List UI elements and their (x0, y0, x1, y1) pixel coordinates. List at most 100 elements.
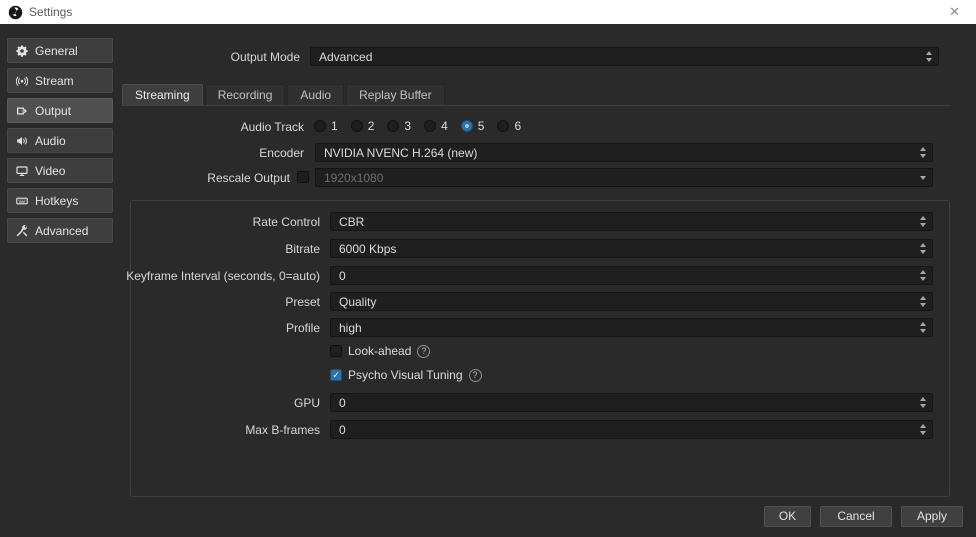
radio-label: 2 (368, 119, 375, 133)
profile-value: high (339, 321, 362, 335)
obs-logo-icon (8, 5, 23, 20)
dropdown-arrows-icon[interactable] (918, 319, 928, 336)
keyframe-interval-value: 0 (339, 269, 346, 283)
output-mode-label: Output Mode (128, 50, 300, 64)
max-b-frames-value: 0 (339, 423, 346, 437)
audio-track-options: 1 2 3 4 5 6 (314, 119, 521, 133)
tab-label: Streaming (135, 88, 190, 102)
sidebar-item-hotkeys[interactable]: Hotkeys (7, 188, 113, 213)
audio-track-radio-4[interactable]: 4 (424, 119, 448, 133)
look-ahead-label: Look-ahead (348, 344, 411, 358)
max-b-frames-label: Max B-frames (138, 423, 320, 437)
sidebar-item-general[interactable]: General (7, 38, 113, 63)
radio-icon (351, 120, 363, 132)
encoder-value: NVIDIA NVENC H.264 (new) (324, 146, 477, 160)
sidebar-item-label: General (35, 44, 78, 58)
psycho-visual-tuning-label: Psycho Visual Tuning (348, 368, 463, 382)
dropdown-arrows-icon[interactable] (918, 213, 928, 230)
rescale-output-select[interactable]: 1920x1080 (315, 168, 933, 187)
rate-control-select[interactable]: CBR (330, 212, 933, 231)
sidebar-item-stream[interactable]: Stream (7, 68, 113, 93)
sidebar-item-label: Stream (35, 74, 74, 88)
dropdown-arrows-icon[interactable] (918, 144, 928, 161)
broadcast-icon (16, 75, 28, 87)
tab-label: Recording (218, 88, 273, 102)
tab-streaming[interactable]: Streaming (122, 84, 203, 105)
profile-label: Profile (138, 321, 320, 335)
encoder-select[interactable]: NVIDIA NVENC H.264 (new) (315, 143, 933, 162)
output-icon (16, 105, 28, 117)
sidebar-item-label: Video (35, 164, 65, 178)
rate-control-label: Rate Control (138, 215, 320, 229)
tools-icon (16, 225, 28, 237)
window-title: Settings (29, 5, 72, 19)
sidebar-item-video[interactable]: Video (7, 158, 113, 183)
cancel-button[interactable]: Cancel (820, 506, 892, 527)
preset-select[interactable]: Quality (330, 292, 933, 311)
preset-value: Quality (339, 295, 376, 309)
spinner-arrows-icon[interactable] (918, 421, 928, 438)
rescale-output-checkbox[interactable] (297, 171, 309, 183)
radio-icon (424, 120, 436, 132)
keyframe-interval-spinbox[interactable]: 0 (330, 266, 933, 285)
speaker-icon (16, 135, 28, 147)
max-b-frames-spinbox[interactable]: 0 (330, 420, 933, 439)
spinner-arrows-icon[interactable] (918, 240, 928, 257)
sidebar-item-label: Advanced (35, 224, 88, 238)
preset-label: Preset (138, 295, 320, 309)
sidebar-item-audio[interactable]: Audio (7, 128, 113, 153)
bitrate-label: Bitrate (138, 242, 320, 256)
audio-track-label: Audio Track (128, 120, 304, 134)
sidebar-item-label: Output (35, 104, 71, 118)
keyboard-icon (16, 195, 28, 207)
rescale-output-label: Rescale Output (128, 171, 290, 185)
radio-label: 4 (441, 119, 448, 133)
apply-button[interactable]: Apply (901, 506, 963, 527)
look-ahead-row: Look-ahead ? (330, 344, 430, 358)
profile-select[interactable]: high (330, 318, 933, 337)
tab-audio[interactable]: Audio (287, 84, 344, 105)
audio-track-radio-1[interactable]: 1 (314, 119, 338, 133)
keyframe-interval-label: Keyframe Interval (seconds, 0=auto) (116, 269, 320, 283)
gpu-spinbox[interactable]: 0 (330, 393, 933, 412)
psycho-visual-tuning-checkbox[interactable]: ✓ (330, 369, 342, 381)
spinner-arrows-icon[interactable] (918, 394, 928, 411)
tabbar-divider (122, 105, 951, 106)
audio-track-radio-6[interactable]: 6 (497, 119, 521, 133)
radio-checked-icon (461, 120, 473, 132)
help-icon[interactable]: ? (469, 369, 482, 382)
output-mode-value: Advanced (319, 50, 372, 64)
audio-track-radio-2[interactable]: 2 (351, 119, 375, 133)
psycho-visual-tuning-row: ✓ Psycho Visual Tuning ? (330, 368, 482, 382)
titlebar: Settings ✕ (0, 0, 976, 24)
bitrate-value: 6000 Kbps (339, 242, 396, 256)
sidebar-item-output[interactable]: Output (7, 98, 113, 123)
rescale-output-value: 1920x1080 (324, 171, 383, 185)
dropdown-arrows-icon[interactable] (918, 293, 928, 310)
radio-label: 3 (404, 119, 411, 133)
ok-button[interactable]: OK (764, 506, 811, 527)
radio-label: 6 (514, 119, 521, 133)
spinner-arrows-icon[interactable] (918, 267, 928, 284)
sidebar-item-advanced[interactable]: Advanced (7, 218, 113, 243)
radio-icon (387, 120, 399, 132)
tab-label: Replay Buffer (359, 88, 432, 102)
look-ahead-checkbox[interactable] (330, 345, 342, 357)
radio-label: 5 (478, 119, 485, 133)
output-mode-select[interactable]: Advanced (310, 47, 939, 66)
sidebar-item-label: Hotkeys (35, 194, 78, 208)
audio-track-radio-3[interactable]: 3 (387, 119, 411, 133)
rate-control-value: CBR (339, 215, 364, 229)
audio-track-radio-5[interactable]: 5 (461, 119, 485, 133)
close-button[interactable]: ✕ (941, 0, 968, 24)
tab-recording[interactable]: Recording (205, 84, 286, 105)
dropdown-arrow-icon[interactable] (918, 169, 928, 186)
bitrate-spinbox[interactable]: 6000 Kbps (330, 239, 933, 258)
radio-label: 1 (331, 119, 338, 133)
gpu-value: 0 (339, 396, 346, 410)
dropdown-arrows-icon[interactable] (924, 48, 934, 65)
radio-icon (497, 120, 509, 132)
gear-icon (16, 45, 28, 57)
tab-replay-buffer[interactable]: Replay Buffer (346, 84, 445, 105)
help-icon[interactable]: ? (417, 345, 430, 358)
